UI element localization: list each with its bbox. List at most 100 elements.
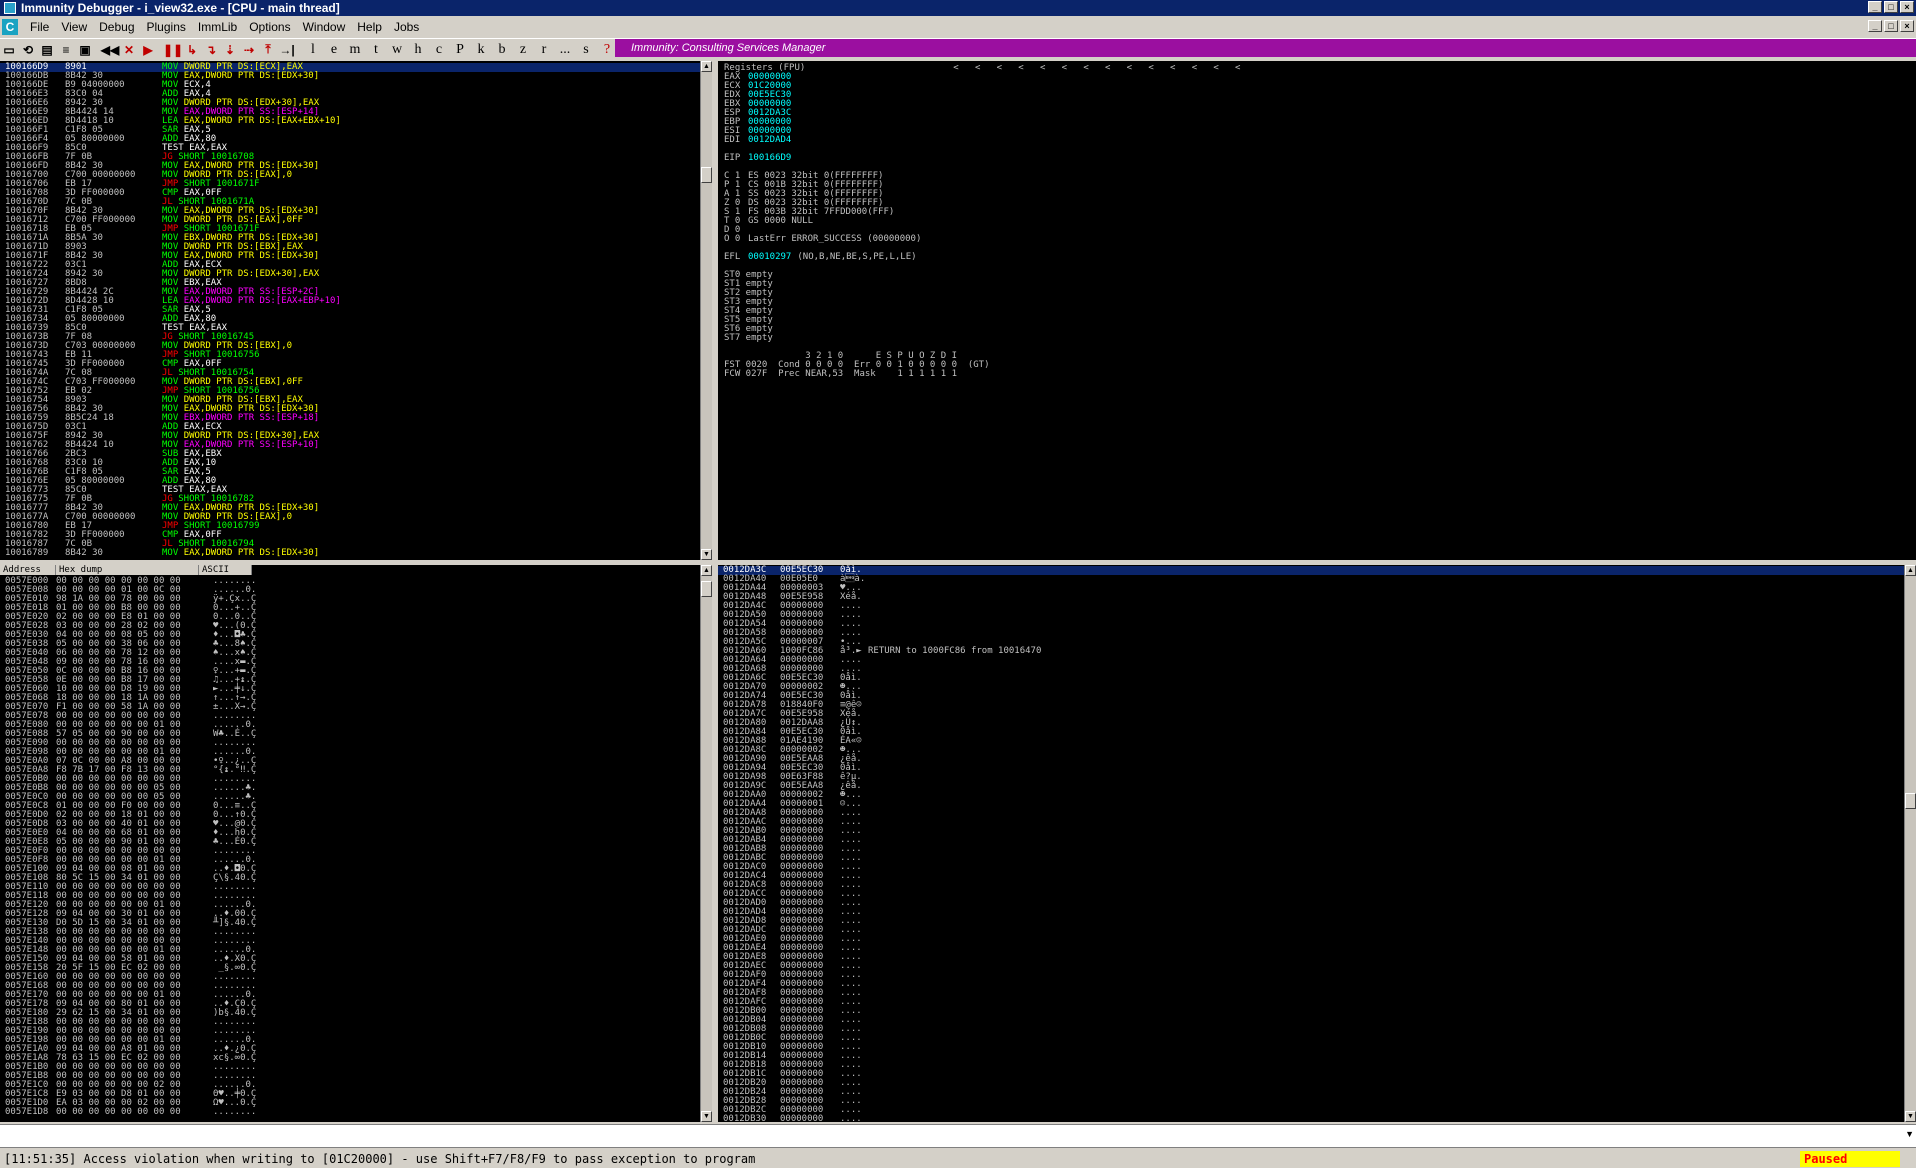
disasm-row[interactable]: 10016718 EB 05 JMP SHORT 1001671F <box>0 225 700 234</box>
trace-over-icon[interactable]: ⇢ <box>240 41 258 59</box>
disasm-row[interactable]: 10016722 03C1 ADD EAX,ECX <box>0 261 700 270</box>
stack-row[interactable]: 0012DAEC 00000000.... <box>718 962 1904 971</box>
window-button-l[interactable]: l <box>303 41 323 59</box>
fpu-control-row[interactable]: FCW 027F Prec NEAR,53 Mask 1 1 1 1 1 1 <box>724 370 1916 379</box>
stack-row[interactable]: 0012DB10 00000000.... <box>718 1043 1904 1052</box>
disasm-row[interactable]: 10016789 8B42 30 MOV EAX,DWORD PTR DS:[EDX… <box>0 549 700 558</box>
flag-row[interactable]: Z 0 DS 0023 32bit 0(FFFFFFFF) <box>724 199 1916 208</box>
stack-row[interactable]: 0012DA7C 00E5E958 Xéå. <box>718 710 1904 719</box>
cpu-window-icon[interactable]: C <box>2 19 18 35</box>
disasm-row[interactable]: 10016752 EB 02 JMP SHORT 10016756 <box>0 387 700 396</box>
register-row[interactable]: EDX 00E5EC30 <box>724 91 1916 100</box>
stack-row[interactable]: 0012DB08 00000000.... <box>718 1025 1904 1034</box>
stack-row[interactable]: 0012DA48 00E5E958 Xéå. <box>718 593 1904 602</box>
register-row[interactable]: EDI 0012DAD4 <box>724 136 1916 145</box>
disasm-row[interactable]: 10016768 83C0 10 ADD EAX,10 <box>0 459 700 468</box>
disassembly-scrollbar[interactable]: ▲ ▼ <box>700 61 712 560</box>
stack-row[interactable]: 0012DB2C 00000000.... <box>718 1106 1904 1115</box>
restart-icon[interactable]: ⟲ <box>19 41 37 59</box>
register-row[interactable]: EBX 00000000 <box>724 100 1916 109</box>
stack-row[interactable]: 0012DAD8 00000000.... <box>718 917 1904 926</box>
stack-row[interactable]: 0012DB20 00000000.... <box>718 1079 1904 1088</box>
scroll-thumb[interactable] <box>1905 793 1916 809</box>
stack-row[interactable]: 0012DA70 00000002 ☻... <box>718 683 1904 692</box>
stack-row[interactable]: 0012DA74 00E5EC30 0åì. <box>718 692 1904 701</box>
disasm-row[interactable]: 10016708 3D FF000000 CMP EAX,0FF <box>0 189 700 198</box>
stack-pane[interactable]: 0012DA3C 00E5EC30 0åì. 0012DA40 00E05E0 àà. 0… <box>718 565 1904 1122</box>
maximize-button[interactable]: □ <box>1884 1 1898 13</box>
disasm-row[interactable]: 1001675D 03C1 ADD EAX,ECX <box>0 423 700 432</box>
efl-value[interactable]: 00010297 <box>748 253 791 262</box>
disasm-row[interactable]: 10016745 3D FF000000 CMP EAX,0FF <box>0 360 700 369</box>
stack-row[interactable]: 0012DAE0 00000000.... <box>718 935 1904 944</box>
disasm-row[interactable]: 10016724 8942 30 MOV DWORD PTR DS:[EDX+30]… <box>0 270 700 279</box>
stack-row[interactable]: 0012DAB8 00000000.... <box>718 845 1904 854</box>
hex-dump-pane[interactable]: Address Hex dump ASCII 0057E000 00 00 00 … <box>0 565 700 1122</box>
window-button-P[interactable]: P <box>450 41 470 59</box>
stack-row[interactable]: 0012DB18 00000000.... <box>718 1061 1904 1070</box>
fpu-st-row[interactable]: ST6 empty <box>724 325 1916 334</box>
stack-row[interactable]: 0012DA88 01AE4190 ÉA«☺ <box>718 737 1904 746</box>
goto-icon[interactable]: →| <box>278 41 296 59</box>
disasm-row[interactable]: 100166F4 05 80000000 ADD EAX,80 <box>0 135 700 144</box>
disasm-row[interactable]: 100166D9 8901 MOV DWORD PTR DS:[ECX],EAX <box>0 63 700 72</box>
run-icon[interactable]: ▶ <box>139 41 157 59</box>
disasm-row[interactable]: 1001674C C703 FF000000 MOV DWORD PTR DS:[E… <box>0 378 700 387</box>
stack-row[interactable]: 0012DAD0 00000000.... <box>718 899 1904 908</box>
flag-row[interactable]: A 1 SS 0023 32bit 0(FFFFFFFF) <box>724 190 1916 199</box>
flag-value[interactable]: O 0 <box>724 235 748 244</box>
disassembly-pane[interactable]: 100166D9 8901 MOV DWORD PTR DS:[ECX],EAX 10… <box>0 61 700 560</box>
stack-row[interactable]: 0012DAD4 00000000.... <box>718 908 1904 917</box>
scroll-thumb[interactable] <box>701 581 712 597</box>
minimize-button[interactable]: _ <box>1868 1 1882 13</box>
window-button-s[interactable]: s <box>576 41 596 59</box>
flag-row[interactable]: T 0 GS 0000 NULL <box>724 217 1916 226</box>
dump-scrollbar[interactable]: ▲ ▼ <box>700 565 712 1122</box>
register-row[interactable]: EAX 00000000 <box>724 73 1916 82</box>
log-icon[interactable]: ≡ <box>57 41 75 59</box>
stack-row[interactable]: 0012DB0C 00000000.... <box>718 1034 1904 1043</box>
rewind-icon[interactable]: ◀◀ <box>101 41 119 59</box>
open-icon[interactable]: ▭ <box>0 41 18 59</box>
window-button-c[interactable]: c <box>429 41 449 59</box>
stack-row[interactable]: 0012DA3C 00E5EC30 0åì. <box>718 566 1904 575</box>
stack-row[interactable]: 0012DA8C 00000002 ☻... <box>718 746 1904 755</box>
disasm-row[interactable]: 10016700 C700 00000000 MOV DWORD PTR DS:[E… <box>0 171 700 180</box>
disasm-row[interactable]: 10016775 7F 0B JG SHORT 10016782 <box>0 495 700 504</box>
stack-row[interactable]: 0012DA50 00000000.... <box>718 611 1904 620</box>
stack-row[interactable]: 0012DAF0 00000000.... <box>718 971 1904 980</box>
dump-col-ascii[interactable]: ASCII <box>199 565 252 575</box>
disasm-row[interactable]: 100166E3 83C0 04 ADD EAX,4 <box>0 90 700 99</box>
stack-row[interactable]: 0012DABC 00000000.... <box>718 854 1904 863</box>
fpu-st-row[interactable]: ST0 empty <box>724 271 1916 280</box>
disasm-row[interactable]: 1001671A 8B5A 30 MOV EBX,DWORD PTR DS:[EDX… <box>0 234 700 243</box>
window-button-z[interactable]: z <box>513 41 533 59</box>
flag-row[interactable]: O 0 LastErr ERROR_SUCCESS (00000000) <box>724 235 1916 244</box>
stack-row[interactable]: 0012DA58 00000000.... <box>718 629 1904 638</box>
stack-row[interactable]: 0012DA6C 00E5EC30 0åì. <box>718 674 1904 683</box>
flag-row[interactable]: C 1 ES 0023 32bit 0(FFFFFFFF) <box>724 172 1916 181</box>
menu-item-debug[interactable]: Debug <box>93 20 140 34</box>
disasm-row[interactable]: 10016766 2BC3 SUB EAX,EBX <box>0 450 700 459</box>
stack-row[interactable]: 0012DA84 00E5EC30 0åì. <box>718 728 1904 737</box>
stack-row[interactable]: 0012DAC4 00000000.... <box>718 872 1904 881</box>
stack-row[interactable]: 0012DAAC 00000000.... <box>718 818 1904 827</box>
window-button-m[interactable]: m <box>345 41 365 59</box>
stack-row[interactable]: 0012DB04 00000000.... <box>718 1016 1904 1025</box>
disasm-row[interactable]: 10016759 8B5C24 18 MOV EBX,DWORD PTR SS:[E… <box>0 414 700 423</box>
stack-row[interactable]: 0012DAE8 00000000.... <box>718 953 1904 962</box>
window-button-help[interactable]: ? <box>597 41 617 59</box>
stack-row[interactable]: 0012DAF8 00000000.... <box>718 989 1904 998</box>
scroll-down-arrow-icon[interactable]: ▼ <box>701 1111 712 1122</box>
stack-row[interactable]: 0012DA78 018840F0 ≡@ê☺ <box>718 701 1904 710</box>
stack-row[interactable]: 0012DA54 00000000.... <box>718 620 1904 629</box>
stack-row[interactable]: 0012DA40 00E05E0 àà. <box>718 575 1904 584</box>
disasm-row[interactable]: 100166DE B9 04000000 MOV ECX,4 <box>0 81 700 90</box>
stop-icon[interactable]: ✕ <box>120 41 138 59</box>
stack-row[interactable]: 0012DA44 00000003 ♥... <box>718 584 1904 593</box>
disasm-row[interactable]: 1001673D C703 00000000 MOV DWORD PTR DS:[E… <box>0 342 700 351</box>
register-row[interactable]: EBP 00000000 <box>724 118 1916 127</box>
menu-item-file[interactable]: File <box>24 20 55 34</box>
stack-row[interactable]: 0012DAA0 00000002 ☻... <box>718 791 1904 800</box>
disasm-row[interactable]: 10016782 3D FF000000 CMP EAX,0FF <box>0 531 700 540</box>
